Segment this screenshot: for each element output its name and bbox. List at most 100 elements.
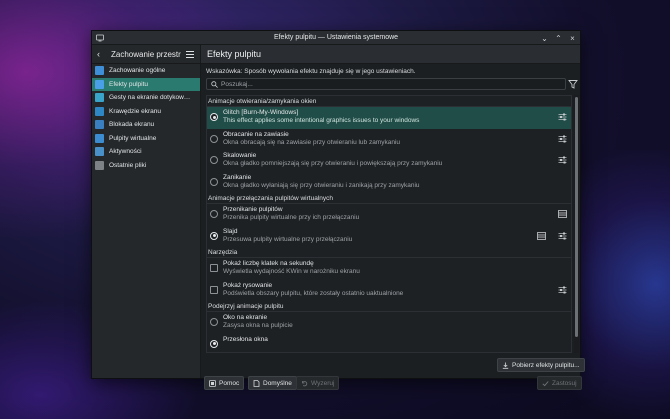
- settings-module-icon: [95, 147, 104, 157]
- help-label: Pomoc: [219, 379, 240, 387]
- sidebar-item-label: Blokada ekranu: [109, 121, 155, 129]
- effect-radio[interactable]: [210, 134, 218, 143]
- window-title: Efekty pulpitu — Ustawienia systemowe: [273, 34, 399, 41]
- sidebar-item-label: Aktywności: [109, 148, 142, 156]
- hamburger-menu-icon[interactable]: [186, 51, 194, 58]
- sidebar-item[interactable]: Krawędzie ekranu: [92, 105, 200, 119]
- filter-icon[interactable]: [568, 79, 578, 89]
- effect-name: Slajd: [223, 227, 238, 235]
- sidebar-item-label: Ostatnie pliki: [109, 161, 147, 169]
- effect-row[interactable]: Obracanie na zawiasie Okna obracają się n…: [207, 129, 571, 151]
- configure-icon[interactable]: [558, 156, 567, 164]
- effect-description: Okna gładko pomniejszają się przy otwier…: [223, 160, 443, 167]
- effect-row[interactable]: Pokaż rysowanie Podświetla obszary pulpit…: [207, 280, 571, 302]
- sidebar-item-label: Pulpity wirtualne: [109, 134, 157, 142]
- settings-module-icon: [95, 160, 104, 170]
- video-preview-icon[interactable]: [558, 210, 567, 218]
- effect-description: This effect applies some intentional gra…: [223, 117, 420, 124]
- effect-row[interactable]: Glitch [Burn-My-Windows] This effect appl…: [207, 107, 571, 129]
- settings-module-icon: [95, 133, 104, 143]
- sidebar-item[interactable]: Gesty na ekranie dotykow…: [92, 91, 200, 105]
- sidebar: ‹ Zachowanie przestr… Zachowanie ogólne E…: [92, 45, 201, 378]
- effect-name: Przesłona okna: [223, 335, 268, 343]
- settings-module-icon: [95, 120, 104, 130]
- settings-module-icon: [95, 79, 104, 89]
- help-icon: [209, 379, 216, 387]
- sidebar-item[interactable]: Efekty pulpitu: [92, 77, 200, 91]
- effect-name: Skalowanie: [223, 152, 257, 159]
- settings-module-icon: [95, 106, 104, 116]
- effect-row[interactable]: Zanikanie Okna gładko wyłaniają się przy …: [207, 172, 571, 194]
- effect-description: Podświetla obszary pulpitu, które został…: [223, 289, 404, 297]
- effect-row[interactable]: Slajd Przesuwa pulpity wirtualne przy prz…: [207, 226, 571, 248]
- section-header: Narzędzia: [207, 247, 571, 258]
- section-header: Animacje otwierania/zamykania okien: [207, 96, 571, 107]
- effect-checkbox[interactable]: [210, 264, 218, 272]
- back-arrow-icon[interactable]: ‹: [97, 49, 105, 59]
- settings-module-icon: [95, 66, 104, 76]
- hint-text: Wskazówka: Sposób wywołania efektu znajd…: [206, 68, 416, 75]
- effect-radio[interactable]: [210, 318, 218, 326]
- app-icon[interactable]: [96, 34, 104, 42]
- effect-name: Obracanie na zawiasie: [223, 130, 289, 138]
- effect-name: Zanikanie: [223, 173, 252, 181]
- get-new-effects-button[interactable]: Pobierz efekty pulpitu...: [497, 358, 585, 372]
- effect-row[interactable]: Przesłona okna: [207, 334, 571, 353]
- effect-row[interactable]: Skalowanie Okna gładko pomniejszają się p…: [207, 150, 571, 172]
- scrollbar[interactable]: [574, 95, 579, 353]
- effect-radio[interactable]: [210, 113, 218, 121]
- video-preview-icon[interactable]: [537, 231, 546, 240]
- main-panel: Efekty pulpitu Wskazówka: Sposób wywołan…: [201, 45, 585, 390]
- minimize-icon[interactable]: ⌄: [541, 34, 548, 42]
- scrollbar-thumb[interactable]: [575, 97, 578, 337]
- effect-checkbox[interactable]: [210, 285, 218, 294]
- sidebar-item[interactable]: Zachowanie ogólne: [92, 64, 200, 78]
- search-input[interactable]: Poszukaj...: [206, 78, 566, 90]
- help-button[interactable]: Pomoc: [204, 376, 245, 390]
- main-header: Efekty pulpitu: [201, 45, 580, 64]
- effect-radio[interactable]: [210, 156, 218, 164]
- configure-icon[interactable]: [558, 113, 567, 121]
- search-icon: [211, 80, 218, 88]
- effect-description: Wyświetla wydajność KWin w narożniku ekr…: [223, 268, 360, 275]
- sidebar-item-label: Zachowanie ogólne: [109, 67, 166, 75]
- effects-list: Animacje otwierania/zamykania okien Glitc…: [206, 95, 572, 353]
- configure-icon[interactable]: [558, 286, 567, 294]
- section-header: Animacje przełączania pulpitów wirtualny…: [207, 193, 571, 204]
- apply-button[interactable]: Zastosuj: [537, 376, 582, 390]
- sidebar-item-label: Gesty na ekranie dotykow…: [109, 94, 191, 102]
- sidebar-item[interactable]: Aktywności: [92, 145, 200, 159]
- effect-radio[interactable]: [210, 177, 218, 186]
- titlebar[interactable]: Efekty pulpitu — Ustawienia systemowe ⌄ …: [92, 31, 580, 45]
- effect-radio[interactable]: [210, 231, 218, 240]
- sidebar-item[interactable]: Pulpity wirtualne: [92, 132, 200, 146]
- maximize-icon[interactable]: ⌃: [555, 34, 562, 42]
- sidebar-item-label: Krawędzie ekranu: [109, 107, 162, 115]
- page-title: Efekty pulpitu: [207, 49, 262, 59]
- effect-radio[interactable]: [210, 210, 218, 218]
- settings-module-icon: [95, 93, 104, 103]
- reset-button[interactable]: Wyzeruj: [296, 376, 340, 390]
- effect-radio[interactable]: [210, 339, 218, 348]
- effect-description: Okna gładko wyłaniają się przy otwierani…: [223, 181, 420, 189]
- close-icon[interactable]: ×: [569, 34, 576, 42]
- section-header: Podejrzyj animacje pulpitu: [207, 301, 571, 312]
- sidebar-title: Zachowanie przestr…: [111, 49, 181, 59]
- effect-row[interactable]: Oko na ekranie Zasysa okna na pulpicie: [207, 312, 571, 334]
- search-placeholder: Poszukaj...: [221, 80, 253, 88]
- defaults-label: Domyślne: [263, 379, 292, 387]
- configure-icon[interactable]: [558, 232, 567, 240]
- sidebar-header: ‹ Zachowanie przestr…: [92, 45, 200, 64]
- configure-icon[interactable]: [558, 135, 567, 143]
- undo-icon: [302, 380, 308, 386]
- sidebar-item[interactable]: Blokada ekranu: [92, 118, 200, 132]
- get-new-effects-label: Pobierz efekty pulpitu...: [512, 361, 580, 369]
- reset-label: Wyzeruj: [311, 379, 335, 387]
- effect-row[interactable]: Pokaż liczbę klatek na sekundę Wyświetla …: [207, 258, 571, 280]
- defaults-button[interactable]: Domyślne: [248, 376, 297, 390]
- effect-description: Zasysa okna na pulpicie: [223, 322, 293, 329]
- effect-row[interactable]: Przenikanie pulpitów Przenika pulpity wir…: [207, 204, 571, 226]
- effect-name: Pokaż rysowanie: [223, 281, 273, 289]
- sidebar-item[interactable]: Ostatnie pliki: [92, 159, 200, 173]
- effect-description: Przenika pulpity wirtualne przy ich prze…: [223, 214, 360, 221]
